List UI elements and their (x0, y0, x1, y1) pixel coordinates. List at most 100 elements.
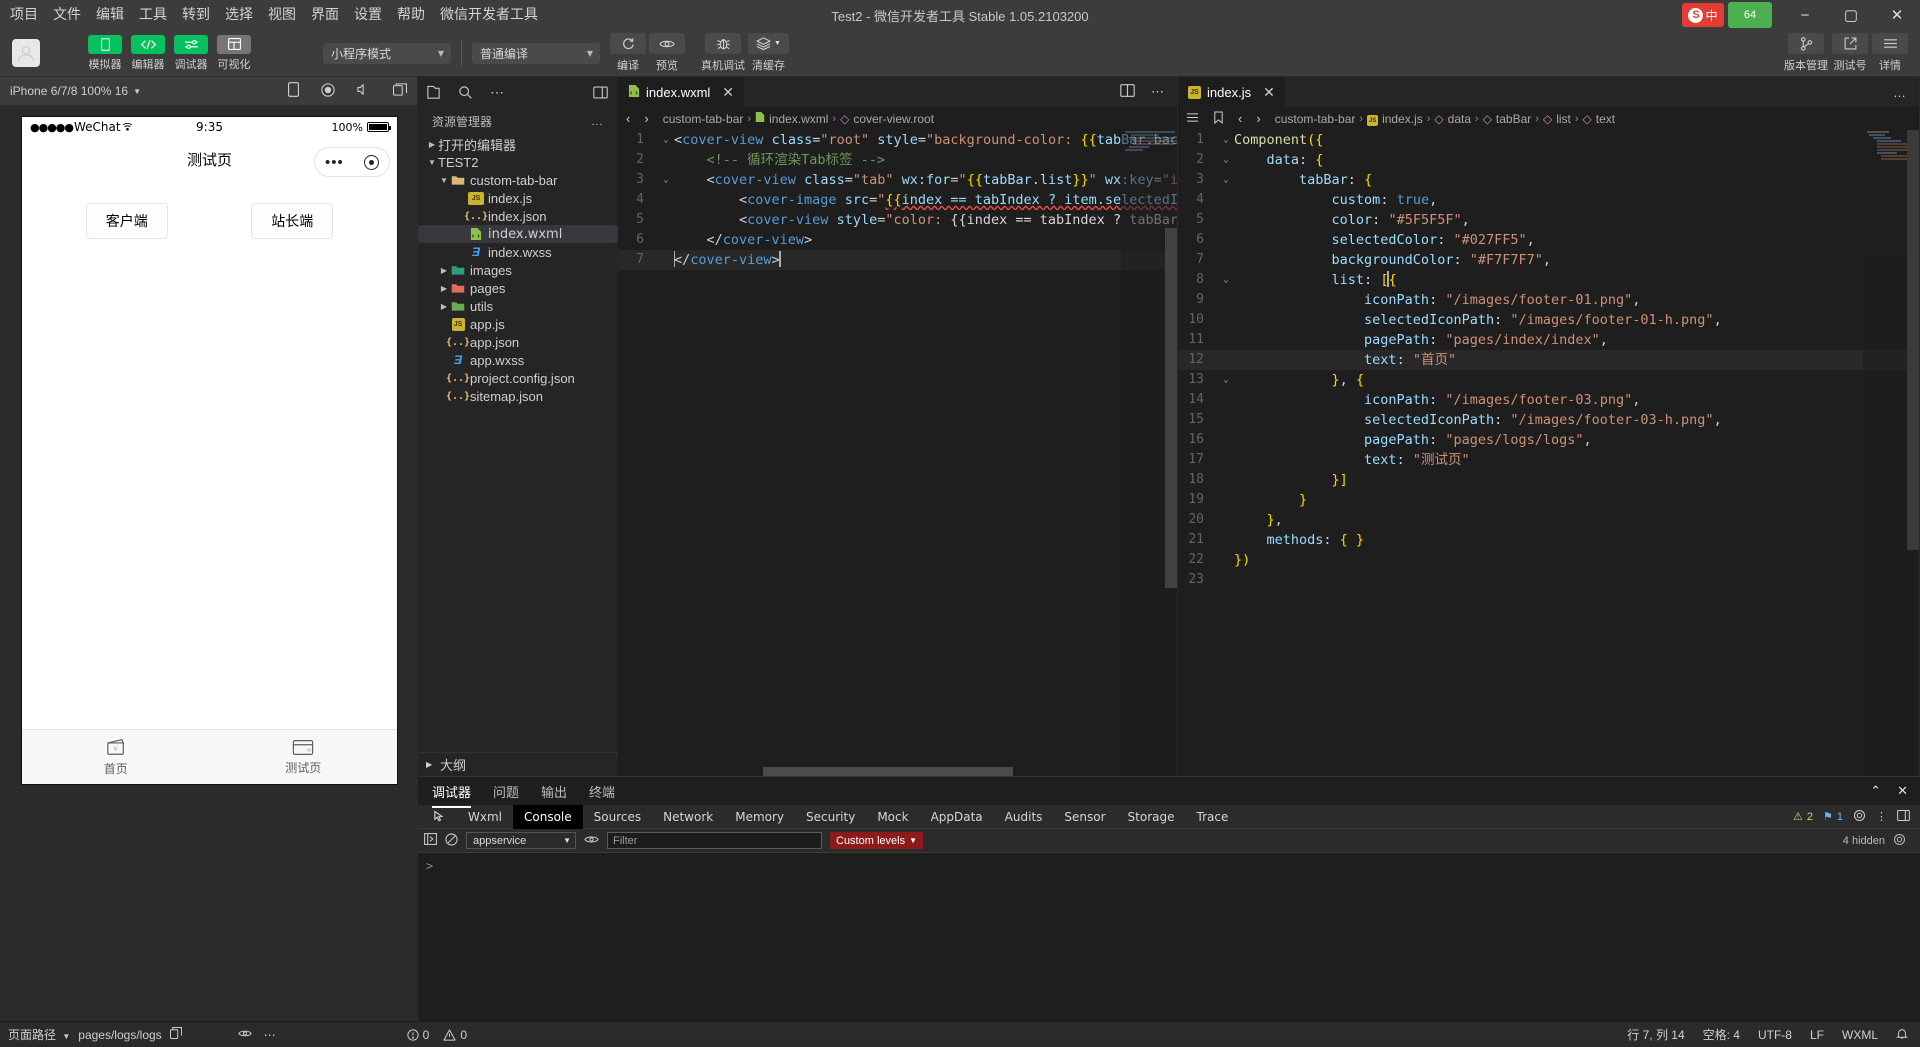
menu-item-tools[interactable]: 工具 (139, 0, 167, 30)
split-editor-icon[interactable] (1120, 84, 1135, 100)
console-filter-input[interactable]: Filter (607, 832, 822, 849)
toggle-debugger[interactable]: 调试器 (172, 34, 210, 72)
bookmark-icon[interactable] (1213, 110, 1224, 127)
eol-setting[interactable]: LF (1810, 1028, 1824, 1042)
user-avatar[interactable] (12, 39, 40, 67)
toggle-editor[interactable]: 编辑器 (129, 34, 167, 72)
devtools-tab-memory[interactable]: Memory (724, 805, 795, 829)
maximize-button[interactable]: ▢ (1828, 0, 1874, 30)
menu-item-interface[interactable]: 界面 (311, 0, 339, 30)
mode-select[interactable]: 小程序模式 ▼ (323, 42, 451, 64)
error-indicator[interactable]: 0 (407, 1028, 429, 1042)
device-select[interactable]: iPhone 6/7/8 100% 16 ▼ (10, 84, 141, 98)
menu-item-help[interactable]: 帮助 (397, 0, 425, 30)
console-output[interactable]: > (418, 853, 1920, 1021)
breadcrumb-item-folder[interactable]: custom-tab-bar (1275, 112, 1356, 126)
menu-item-settings[interactable]: 设置 (354, 0, 382, 30)
breadcrumb-item-symbol[interactable]: ◇ cover-view.root (840, 112, 934, 126)
devtools-tab-mock[interactable]: Mock (866, 805, 919, 829)
close-icon[interactable]: ✕ (1263, 84, 1275, 101)
toggle-simulator[interactable]: 模拟器 (86, 34, 124, 72)
tree-item-app-json[interactable]: {..} app.json (418, 333, 618, 351)
panel-tab-problems[interactable]: 问题 (493, 782, 519, 801)
files-icon[interactable] (426, 85, 441, 100)
nav-back-button[interactable]: ‹ (626, 111, 630, 126)
devtools-tab-appdata[interactable]: AppData (920, 805, 994, 829)
more-actions-icon[interactable]: … (1893, 85, 1907, 100)
devtools-tab-audits[interactable]: Audits (994, 805, 1054, 829)
real-device-debug-button[interactable]: 真机调试 (701, 33, 745, 73)
toggle-visualizer[interactable]: 可视化 (215, 34, 253, 72)
phone-tab-home[interactable]: ¥ 首页 (22, 730, 210, 784)
menu-item-devtools[interactable]: 微信开发者工具 (440, 0, 538, 30)
sogou-ime-tray-icon[interactable]: S 中 (1682, 3, 1724, 27)
breadcrumb-item-data[interactable]: ◇ data (1434, 112, 1471, 126)
tree-item-index-wxss[interactable]: Ǝ index.wxss (418, 243, 618, 261)
tree-item-pages[interactable]: ▶ pages (418, 279, 618, 297)
outline-toggle-icon[interactable] (1186, 111, 1199, 127)
more-actions-icon[interactable]: ⋯ (1151, 84, 1165, 100)
encoding-setting[interactable]: UTF-8 (1758, 1028, 1792, 1042)
inspect-icon[interactable] (422, 805, 457, 829)
tree-item-app-wxss[interactable]: Ǝ app.wxss (418, 351, 618, 369)
tree-item-images[interactable]: ▶ images (418, 261, 618, 279)
editor-js-vscrollbar[interactable] (1907, 130, 1919, 550)
collapse-icon[interactable] (593, 86, 608, 99)
tree-item-index-json[interactable]: {..} index.json (418, 207, 618, 225)
dock-icon[interactable] (1897, 809, 1910, 824)
copy-icon[interactable] (169, 1027, 182, 1042)
capsule-button[interactable]: ••• (314, 147, 390, 177)
explorer-more-icon[interactable]: … (591, 114, 604, 128)
breadcrumb-item-file[interactable]: JS index.js (1367, 111, 1423, 127)
cursor-position[interactable]: 行 7, 列 14 (1627, 1026, 1684, 1043)
panel-tab-debugger[interactable]: 调试器 (432, 782, 472, 808)
breadcrumb-item-tabbar[interactable]: ◇ tabBar (1483, 112, 1532, 126)
tree-item-app-js[interactable]: JS app.js (418, 315, 618, 333)
menu-item-project[interactable]: 项目 (10, 0, 38, 30)
client-button[interactable]: 客户端 (85, 203, 168, 239)
version-control-button[interactable]: 版本管理 (1784, 33, 1828, 73)
devtools-tab-security[interactable]: Security (795, 805, 866, 829)
devtools-tab-console[interactable]: Console (513, 804, 583, 829)
clear-cache-button[interactable]: ▼ 清缓存 (748, 33, 789, 73)
close-icon[interactable]: ✕ (1897, 783, 1908, 799)
devtools-tab-trace[interactable]: Trace (1186, 805, 1240, 829)
more-icon[interactable]: ⋯ (490, 84, 505, 101)
editor-tab-index-wxml[interactable]: index.wxml ✕ (618, 77, 746, 107)
close-button[interactable]: ✕ (1874, 0, 1920, 30)
console-context-select[interactable]: appservice ▼ (466, 832, 576, 849)
nav-back-button[interactable]: ‹ (1238, 111, 1242, 127)
kebab-icon[interactable]: ⋮ (1876, 810, 1887, 823)
status-more-icon[interactable]: ⋯ (264, 1028, 277, 1042)
chevron-up-icon[interactable]: ⌃ (1870, 783, 1881, 799)
menu-item-select[interactable]: 选择 (225, 0, 253, 30)
menu-item-view[interactable]: 视图 (268, 0, 296, 30)
tree-item-utils[interactable]: ▶ utils (418, 297, 618, 315)
panel-tab-terminal[interactable]: 终端 (589, 782, 615, 801)
editor-tab-index-js[interactable]: JS index.js ✕ (1178, 77, 1286, 107)
editor-wxml-hscrollbar[interactable] (763, 767, 1013, 776)
compile-button[interactable]: 编译 (610, 33, 646, 73)
settings-gear-icon[interactable] (1853, 809, 1866, 825)
devtools-tab-network[interactable]: Network (652, 805, 724, 829)
indentation-setting[interactable]: 空格: 4 (1703, 1026, 1740, 1043)
record-icon[interactable] (321, 82, 335, 100)
menu-item-goto[interactable]: 转到 (182, 0, 210, 30)
close-icon[interactable]: ✕ (722, 84, 734, 101)
devtools-tab-storage[interactable]: Storage (1117, 805, 1186, 829)
copy-icon[interactable] (393, 83, 407, 99)
editor-wxml-code[interactable]: 1 ⌄ <cover-view class="root" style="backgr… (618, 130, 1177, 776)
editor-wxml-vscrollbar[interactable] (1165, 228, 1177, 588)
clear-console-icon[interactable] (445, 832, 458, 849)
error-count[interactable]: ⚑ 1 (1823, 810, 1843, 824)
test-account-button[interactable]: 测试号 (1832, 33, 1868, 73)
breadcrumb-item-text[interactable]: ◇ text (1583, 112, 1616, 126)
rotate-device-icon[interactable] (288, 82, 300, 100)
tree-section-project[interactable]: ▼ TEST2 (418, 153, 618, 171)
tree-section-open-editors[interactable]: ▶ 打开的编辑器 (418, 135, 618, 153)
page-path-select[interactable]: 页面路径 ▼ (8, 1026, 70, 1043)
breadcrumb-item-list[interactable]: ◇ list (1543, 112, 1571, 126)
tree-item-custom-tab-bar[interactable]: ▼ custom-tab-bar (418, 171, 618, 189)
compile-select[interactable]: 普通编译 ▼ (472, 42, 600, 64)
nav-forward-button[interactable]: › (1256, 111, 1260, 127)
